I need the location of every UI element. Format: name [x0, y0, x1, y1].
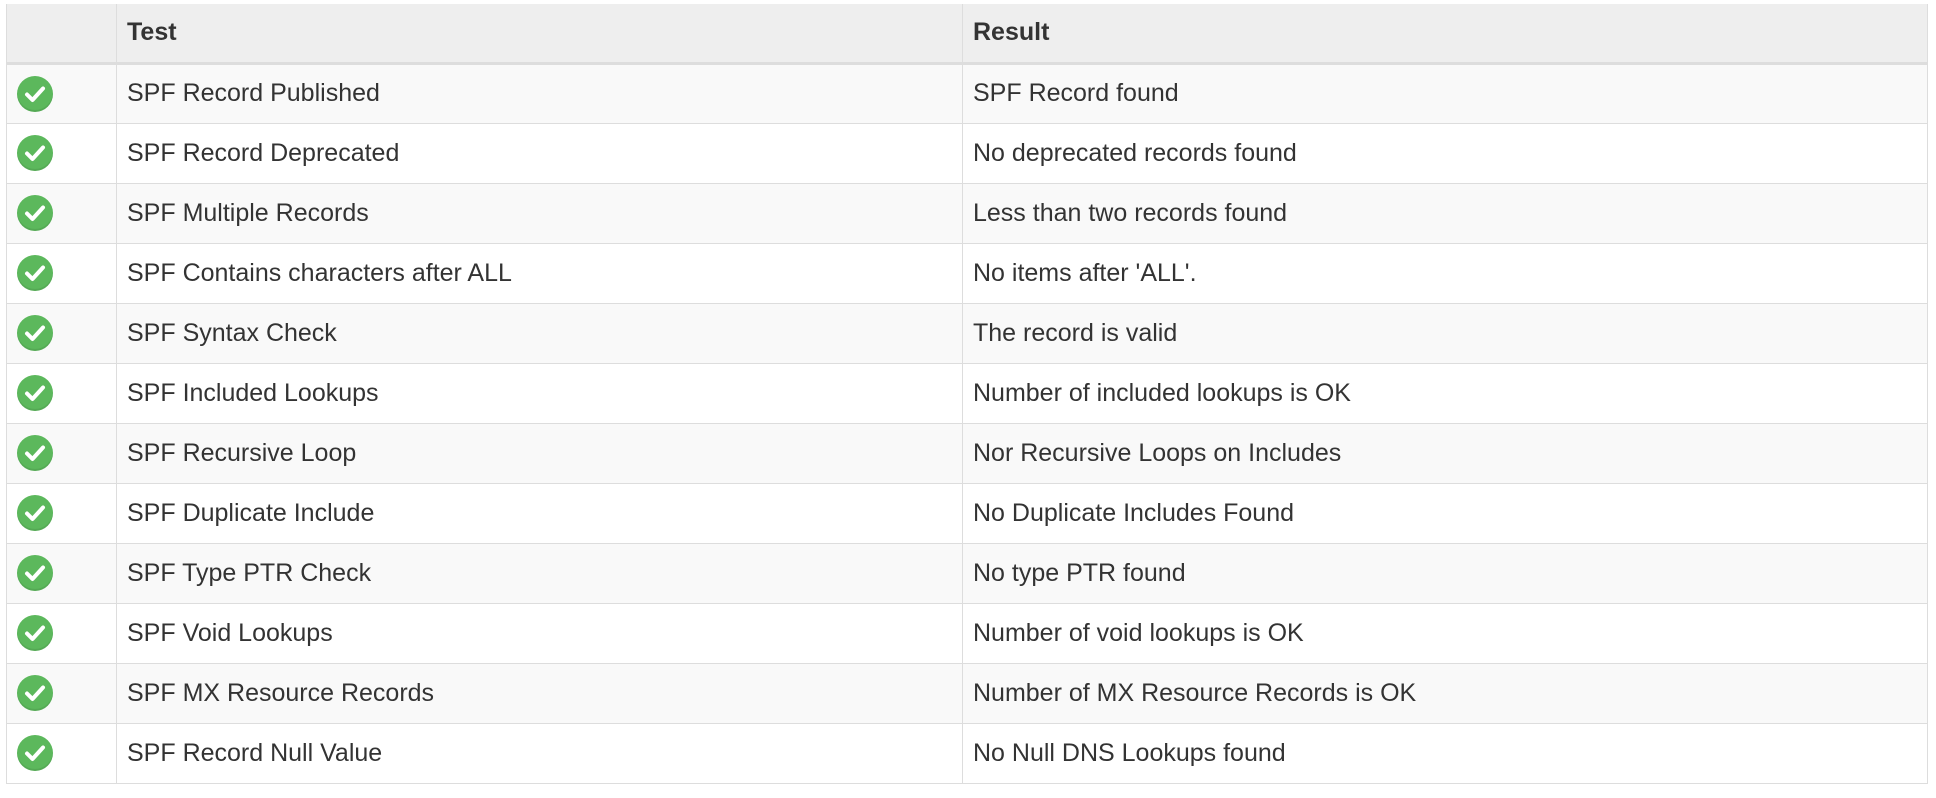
status-cell — [6, 182, 117, 244]
test-result: Number of included lookups is OK — [962, 362, 1928, 424]
test-name: SPF MX Resource Records — [116, 662, 963, 724]
status-cell — [6, 662, 117, 724]
test-result: Less than two records found — [962, 182, 1928, 244]
test-name: SPF Record Null Value — [116, 722, 963, 784]
check-circle-icon — [17, 315, 53, 351]
status-cell — [6, 722, 117, 784]
test-name: SPF Record Deprecated — [116, 122, 963, 184]
test-result: No Duplicate Includes Found — [962, 482, 1928, 544]
results-table: Test Result SPF Record Published SPF Rec… — [6, 4, 1928, 784]
test-name: SPF Duplicate Include — [116, 482, 963, 544]
table-row: SPF Multiple Records Less than two recor… — [6, 182, 1928, 244]
test-result: No items after 'ALL'. — [962, 242, 1928, 304]
table-row: SPF Included Lookups Number of included … — [6, 362, 1928, 424]
column-header-test: Test — [116, 4, 963, 65]
check-circle-icon — [17, 135, 53, 171]
check-circle-icon — [17, 495, 53, 531]
test-name: SPF Record Published — [116, 62, 963, 124]
test-name: SPF Recursive Loop — [116, 422, 963, 484]
test-name: SPF Type PTR Check — [116, 542, 963, 604]
table-row: SPF Void Lookups Number of void lookups … — [6, 602, 1928, 664]
status-cell — [6, 122, 117, 184]
table-header-row: Test Result — [6, 4, 1928, 65]
test-result: Nor Recursive Loops on Includes — [962, 422, 1928, 484]
check-circle-icon — [17, 435, 53, 471]
table-row: SPF MX Resource Records Number of MX Res… — [6, 662, 1928, 724]
table-row: SPF Record Deprecated No deprecated reco… — [6, 122, 1928, 184]
test-result: No type PTR found — [962, 542, 1928, 604]
test-name: SPF Syntax Check — [116, 302, 963, 364]
table-row: SPF Type PTR Check No type PTR found — [6, 542, 1928, 604]
check-circle-icon — [17, 255, 53, 291]
table-row: SPF Duplicate Include No Duplicate Inclu… — [6, 482, 1928, 544]
test-result: SPF Record found — [962, 62, 1928, 124]
test-name: SPF Included Lookups — [116, 362, 963, 424]
check-circle-icon — [17, 615, 53, 651]
check-circle-icon — [17, 375, 53, 411]
table-row: SPF Record Published SPF Record found — [6, 62, 1928, 124]
status-cell — [6, 602, 117, 664]
test-result: Number of void lookups is OK — [962, 602, 1928, 664]
check-circle-icon — [17, 735, 53, 771]
status-cell — [6, 362, 117, 424]
status-cell — [6, 422, 117, 484]
status-cell — [6, 482, 117, 544]
check-circle-icon — [17, 555, 53, 591]
status-cell — [6, 302, 117, 364]
check-circle-icon — [17, 675, 53, 711]
test-result: The record is valid — [962, 302, 1928, 364]
table-row: SPF Recursive Loop Nor Recursive Loops o… — [6, 422, 1928, 484]
table-row: SPF Syntax Check The record is valid — [6, 302, 1928, 364]
column-header-result: Result — [962, 4, 1928, 65]
spf-test-results: Test Result SPF Record Published SPF Rec… — [6, 4, 1928, 784]
test-name: SPF Contains characters after ALL — [116, 242, 963, 304]
check-circle-icon — [17, 75, 53, 112]
status-cell — [6, 62, 117, 124]
table-body: SPF Record Published SPF Record found SP… — [6, 62, 1928, 784]
table-row: SPF Contains characters after ALL No ite… — [6, 242, 1928, 304]
status-cell — [6, 242, 117, 304]
test-name: SPF Multiple Records — [116, 182, 963, 244]
status-cell — [6, 542, 117, 604]
test-name: SPF Void Lookups — [116, 602, 963, 664]
test-result: Number of MX Resource Records is OK — [962, 662, 1928, 724]
test-result: No Null DNS Lookups found — [962, 722, 1928, 784]
column-header-status — [6, 4, 117, 65]
table-row: SPF Record Null Value No Null DNS Lookup… — [6, 722, 1928, 784]
check-circle-icon — [17, 195, 53, 231]
test-result: No deprecated records found — [962, 122, 1928, 184]
